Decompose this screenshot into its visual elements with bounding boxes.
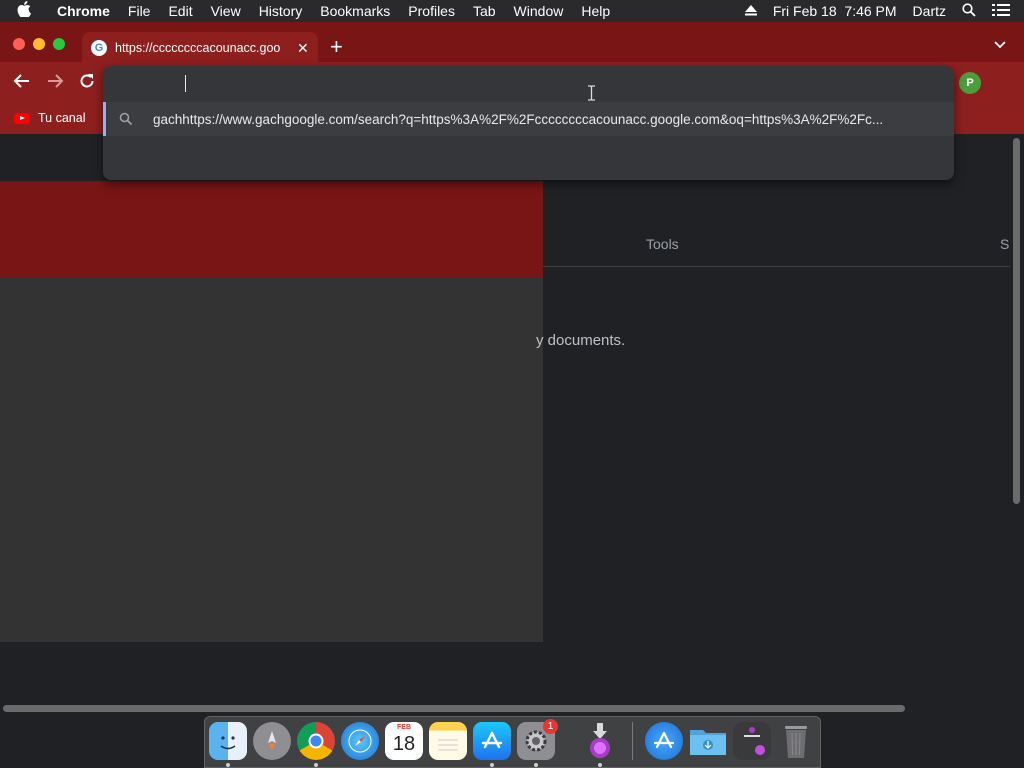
dock-separator [632,722,633,760]
chrome-icon[interactable] [297,722,335,760]
text-caret [185,75,186,92]
result-text: y documents. [536,332,626,349]
app-name-menu[interactable]: Chrome [48,3,119,19]
running-indicator [598,763,602,767]
menubar-user[interactable]: Dartz [905,3,954,19]
notes-icon[interactable] [429,722,467,760]
menu-view[interactable]: View [202,3,250,19]
menu-window[interactable]: Window [505,3,573,19]
menu-edit[interactable]: Edit [159,3,201,19]
suggestion-highlight-bar [103,102,106,136]
gray-panel [0,278,543,642]
browser-tab[interactable]: G https://ccccccccacounacc.goo ✕ [82,32,318,64]
tools-link[interactable]: Tools [646,236,679,252]
running-indicator [490,763,494,767]
app-store-icon[interactable] [473,722,511,760]
ibeam-cursor-icon [587,85,596,106]
installer-document-icon[interactable] [733,722,771,760]
running-indicator [226,763,230,767]
tab-close-icon[interactable]: ✕ [297,40,309,57]
suggestion-text: gachhttps://www.gachgoogle.com/search?q=… [153,111,884,127]
horizontal-scroll-thumb[interactable] [3,705,905,712]
calendar-day: 18 [392,733,416,755]
zoom-window-button[interactable] [53,38,65,50]
menu-bar: Chrome File Edit View History Bookmarks … [0,0,1024,22]
omnibox-dropdown: gachhttps://www.gachgoogle.com/search?q=… [103,66,954,180]
apple-menu-icon[interactable] [0,1,48,21]
red-header-block [0,181,543,278]
divider [543,266,1010,267]
menu-file[interactable]: File [119,3,160,19]
close-window-button[interactable] [13,38,25,50]
back-arrow-icon[interactable] [13,72,31,94]
installer-icon[interactable] [581,722,619,760]
menu-tab[interactable]: Tab [464,3,505,19]
address-bar-input[interactable] [103,66,954,102]
trash-icon[interactable] [777,722,815,760]
menu-bookmarks[interactable]: Bookmarks [311,3,399,19]
safari-icon[interactable] [341,722,379,760]
control-center-icon[interactable] [984,3,1024,19]
running-indicator [534,763,538,767]
calendar-month: FEB [397,724,411,731]
minimize-window-button[interactable] [33,38,45,50]
google-favicon-icon: G [91,40,107,56]
menu-profiles[interactable]: Profiles [399,3,464,19]
tab-title: https://ccccccccacounacc.goo [115,41,281,55]
search-icon [119,112,133,126]
forward-arrow-icon[interactable] [46,72,64,94]
settings-link-partial[interactable]: S [1000,236,1009,252]
profile-avatar[interactable]: P [959,72,981,94]
new-tab-plus-icon[interactable]: + [330,36,343,58]
eject-icon[interactable] [737,3,765,19]
menu-history[interactable]: History [250,3,312,19]
app-store-downloads-icon[interactable] [645,722,683,760]
spotlight-search-icon[interactable] [954,2,984,20]
reload-icon[interactable] [78,72,96,94]
running-indicator [314,763,318,767]
vertical-scroll-thumb[interactable] [1013,138,1020,504]
omnibox-suggestion[interactable]: gachhttps://www.gachgoogle.com/search?q=… [103,102,954,136]
bookmark-tu-canal[interactable]: Tu canal [14,108,85,128]
bookmark-label: Tu canal [38,111,86,125]
downloads-folder-icon[interactable] [689,722,727,760]
calendar-icon[interactable]: FEB 18 [385,722,423,760]
menu-help[interactable]: Help [572,3,619,19]
finder-icon[interactable] [209,722,247,760]
launchpad-icon[interactable] [253,722,291,760]
menubar-clock[interactable]: Fri Feb 18 7:46 PM [765,3,905,19]
page-content: Tools S y documents. [0,134,1010,702]
tab-search-chevron-icon[interactable] [994,38,1006,52]
notification-badge: 1 [543,719,558,734]
youtube-icon [14,112,30,124]
